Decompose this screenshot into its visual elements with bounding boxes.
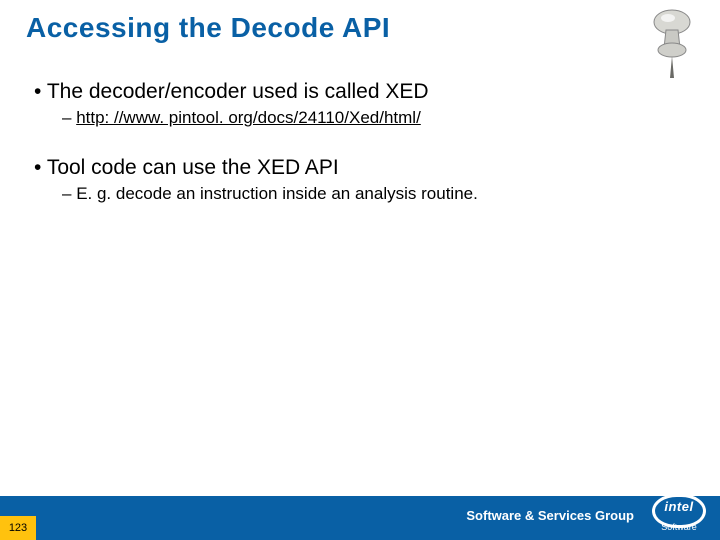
- page-number-box: 123: [0, 516, 36, 540]
- intel-logo: intel Software: [648, 488, 710, 540]
- slide: Accessing the Decode API The decoder/enc…: [0, 0, 720, 540]
- slide-content: The decoder/encoder used is called XED h…: [34, 80, 680, 232]
- footer-group-label: Software & Services Group: [466, 508, 634, 523]
- slide-title: Accessing the Decode API: [26, 12, 390, 44]
- page-number: 123: [9, 522, 27, 534]
- intel-logo-text: intel: [648, 499, 710, 514]
- bullet-1-sub: http: //www. pintool. org/docs/24110/Xed…: [62, 108, 680, 128]
- xed-link[interactable]: http: //www. pintool. org/docs/24110/Xed…: [76, 108, 421, 127]
- intel-logo-subtext: Software: [648, 522, 710, 532]
- bullet-1: The decoder/encoder used is called XED: [34, 80, 680, 104]
- footer-bar: Software & Services Group intel Software…: [0, 496, 720, 540]
- pushpin-icon: [646, 6, 702, 84]
- bullet-2: Tool code can use the XED API: [34, 156, 680, 180]
- bullet-2-sub: E. g. decode an instruction inside an an…: [62, 184, 680, 204]
